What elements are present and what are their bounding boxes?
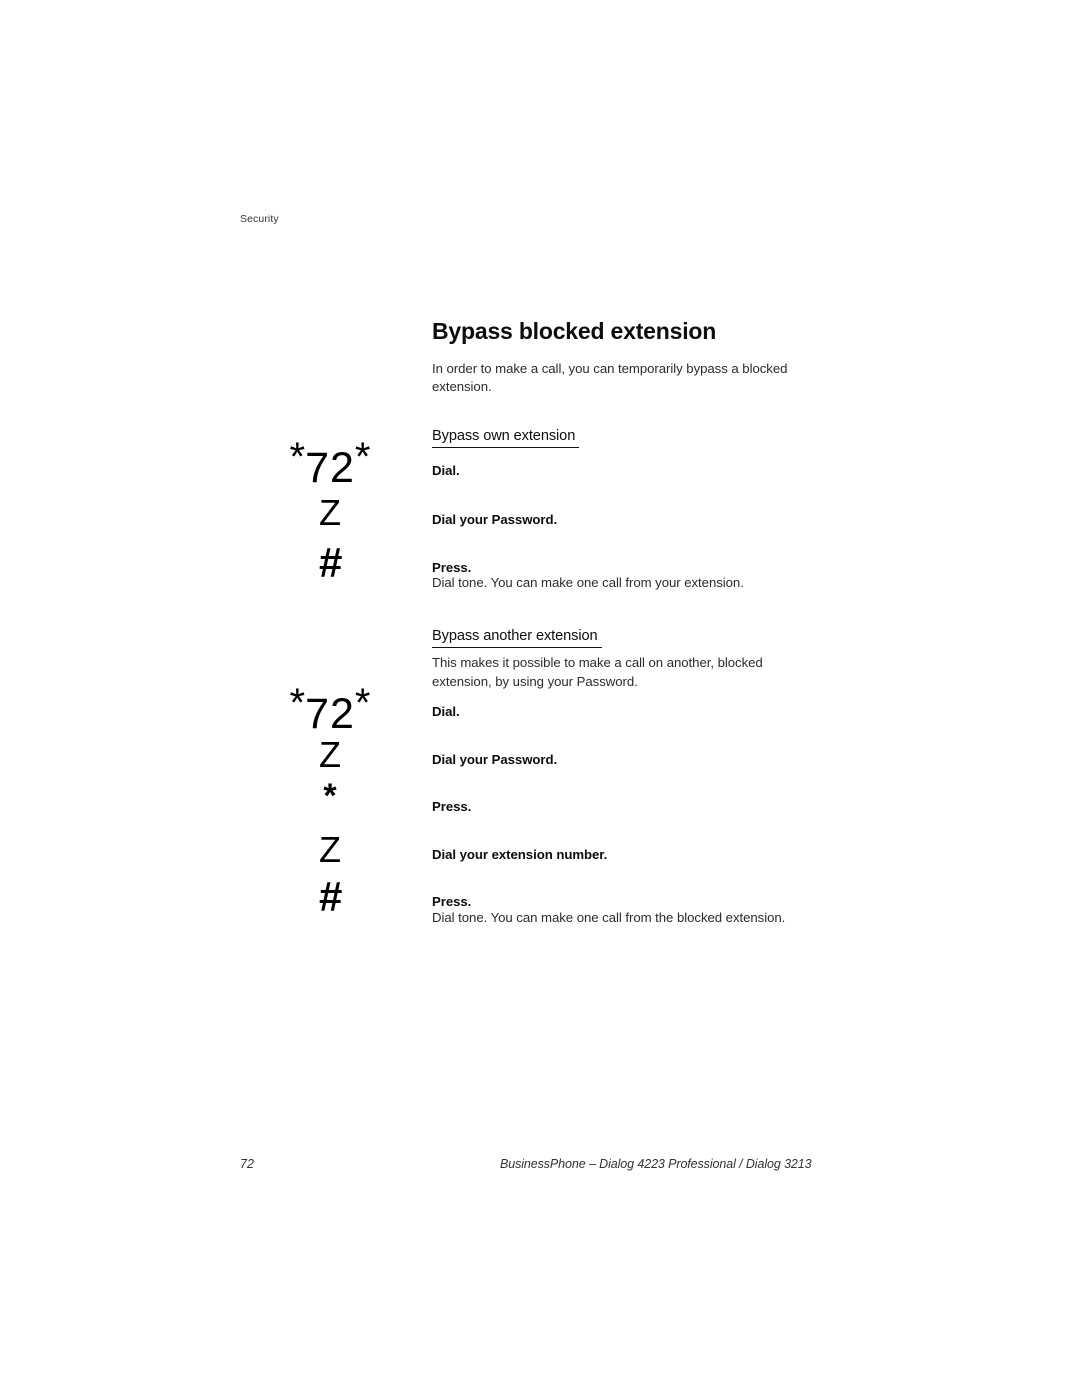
page-title: Bypass blocked extension [432, 318, 717, 344]
keypad-symbol-code-icon: *72* [289, 681, 371, 738]
step-note: Dial tone. You can make one call from yo… [432, 575, 744, 590]
keypad-symbol-z-icon: Z [319, 829, 341, 870]
intro-paragraph: In order to make a call, you can tempora… [432, 360, 788, 395]
procedure-intro: This makes it possible to make a call on… [432, 655, 763, 689]
step-label: Press. [432, 894, 472, 909]
keypad-symbol-star-icon: * [323, 777, 337, 815]
footer-page-number: 72 [240, 1157, 254, 1171]
step-label: Dial your Password. [432, 512, 558, 527]
step-label: Dial. [432, 704, 460, 719]
step-label: Dial. [432, 463, 460, 478]
running-header: Security [240, 213, 279, 225]
step-note: Dial tone. You can make one call from th… [432, 910, 786, 925]
keypad-symbol-code-icon: *72* [289, 435, 371, 492]
keypad-symbol-hash-icon: # [318, 539, 342, 586]
main-content: Bypass blocked extension In order to mak… [432, 318, 832, 397]
keypad-symbol-z-icon: Z [319, 492, 341, 533]
step-label: Dial your extension number. [432, 847, 608, 862]
footer-product-line: BusinessPhone – Dialog 4223 Professional… [500, 1157, 812, 1171]
procedure-subtitle: Bypass another extension [432, 628, 602, 648]
step-label: Dial your Password. [432, 752, 558, 767]
document-page: Security Bypass blocked extension In ord… [0, 0, 1080, 1397]
step-label: Press. [432, 799, 472, 814]
keypad-symbol-z-icon: Z [319, 734, 341, 775]
keypad-symbol-hash-icon: # [318, 873, 342, 920]
procedure-subtitle: Bypass own extension [432, 428, 580, 448]
